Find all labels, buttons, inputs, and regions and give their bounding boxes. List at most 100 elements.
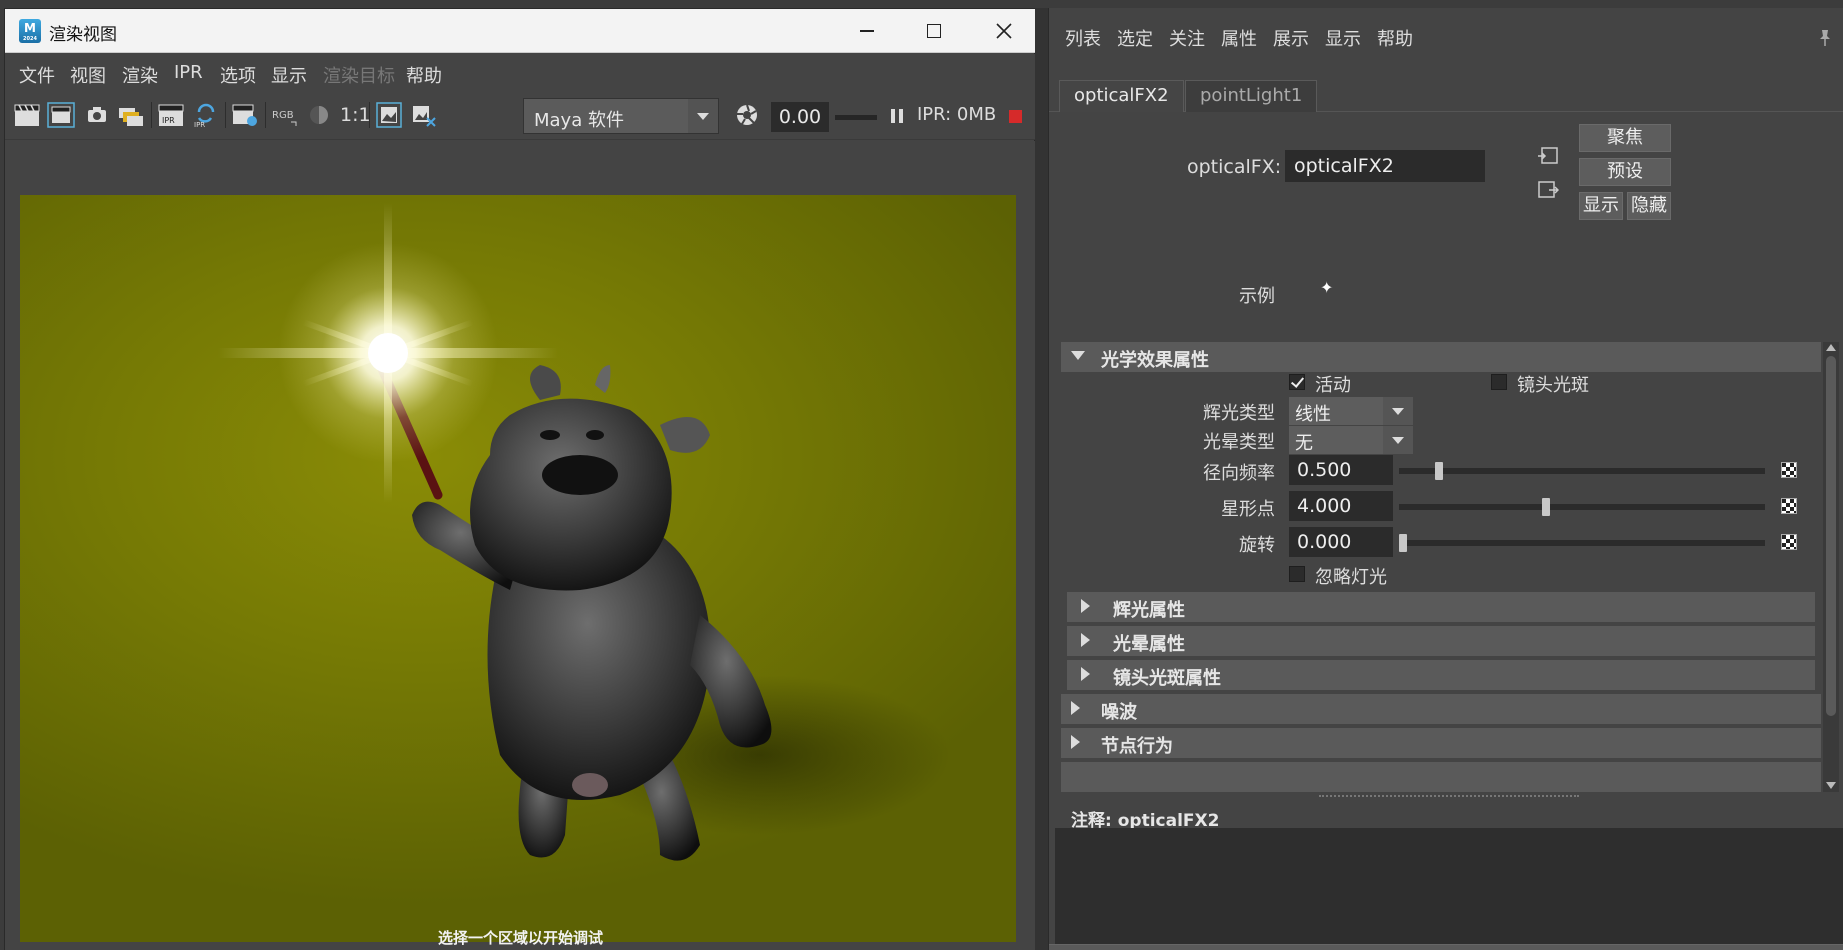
chevron-down-icon — [1383, 397, 1413, 425]
toolbar-separator — [369, 102, 370, 128]
close-button[interactable] — [975, 9, 1033, 53]
menu-ipr[interactable]: IPR — [174, 62, 203, 83]
menu-attributes[interactable]: 属性 — [1221, 25, 1257, 51]
scroll-up-icon[interactable] — [1826, 344, 1836, 351]
render-settings-button[interactable] — [231, 102, 259, 128]
halo-type-select[interactable]: 无 — [1289, 426, 1413, 454]
title-bar[interactable]: M 2024 渲染视图 — [5, 9, 1036, 53]
pin-icon[interactable] — [1817, 28, 1833, 48]
glow-type-label: 辉光类型 — [1203, 403, 1275, 424]
menu-display[interactable]: 显示 — [1325, 25, 1361, 51]
menu-options[interactable]: 选项 — [220, 62, 256, 88]
render-sequence-button[interactable] — [117, 102, 145, 128]
maximize-icon — [927, 24, 941, 38]
rotation-slider-handle[interactable] — [1399, 534, 1407, 552]
menu-render-target: 渲染目标 — [323, 66, 395, 87]
section-node-behavior[interactable]: 节点行为 — [1061, 728, 1821, 758]
menu-file[interactable]: 文件 — [19, 62, 55, 88]
time-field[interactable]: 0.00 — [771, 102, 829, 132]
show-button[interactable]: 显示 — [1579, 192, 1623, 220]
input-connections-icon[interactable] — [1537, 146, 1559, 166]
star-points-slider-handle[interactable] — [1542, 498, 1551, 516]
menu-help[interactable]: 帮助 — [406, 62, 442, 88]
renderer-select[interactable]: Maya 软件 — [523, 98, 719, 134]
presets-button[interactable]: 预设 — [1579, 158, 1671, 186]
radial-frequency-slider[interactable] — [1399, 468, 1765, 474]
section-label: 节点行为 — [1101, 736, 1173, 757]
toolbar-separator — [265, 102, 266, 128]
rotation-field[interactable]: 0.000 — [1289, 527, 1393, 557]
focus-button[interactable]: 聚焦 — [1579, 124, 1671, 152]
sample-label: 示例 — [1239, 286, 1275, 307]
redo-render-button[interactable] — [13, 102, 41, 128]
notes-splitter[interactable] — [1319, 795, 1579, 797]
attribute-scrollbar[interactable] — [1823, 342, 1839, 792]
star-points-map-button[interactable] — [1781, 498, 1797, 514]
desktop-strip — [0, 0, 1843, 8]
section-glow-attributes[interactable]: 辉光属性 — [1067, 592, 1815, 622]
menu-selected[interactable]: 选定 — [1117, 25, 1153, 51]
radial-frequency-label: 径向频率 — [1203, 463, 1275, 484]
node-name-field[interactable]: opticalFX2 — [1285, 150, 1485, 182]
keep-image-icon — [376, 102, 402, 128]
radial-frequency-slider-handle[interactable] — [1434, 462, 1443, 480]
rotation-slider[interactable] — [1399, 540, 1765, 546]
star-points-field[interactable]: 4.000 — [1289, 491, 1393, 521]
rotation-map-button[interactable] — [1781, 534, 1797, 550]
ipr-render-button[interactable]: IPR — [157, 102, 185, 128]
scroll-down-icon[interactable] — [1826, 782, 1836, 789]
expand-triangle-icon — [1081, 667, 1090, 681]
lens-flare-checkbox[interactable] — [1491, 374, 1507, 390]
render-canvas[interactable]: 选择一个区域以开始调试 — [5, 141, 1036, 950]
menu-view[interactable]: 视图 — [70, 62, 106, 88]
tab-pointlight1[interactable]: pointLight1 — [1185, 80, 1318, 112]
section-collapsed-more[interactable] — [1061, 762, 1821, 792]
real-size-button[interactable]: 1:1 — [340, 104, 371, 126]
menu-focus[interactable]: 关注 — [1169, 25, 1205, 51]
star-points-slider[interactable] — [1399, 504, 1765, 510]
pause-ipr-button[interactable] — [891, 109, 903, 123]
minimize-button[interactable] — [838, 9, 896, 53]
section-lens-flare-attributes[interactable]: 镜头光斑属性 — [1067, 660, 1815, 690]
radial-frequency-map-button[interactable] — [1781, 462, 1797, 478]
hide-button[interactable]: 隐藏 — [1627, 192, 1671, 220]
keep-image-button[interactable] — [375, 102, 403, 128]
section-noise[interactable]: 噪波 — [1061, 694, 1821, 724]
stop-render-button[interactable] — [1009, 110, 1022, 123]
refresh-ipr-button[interactable]: IPR — [191, 102, 219, 129]
menu-render[interactable]: 渲染 — [122, 62, 158, 88]
ignore-light-checkbox[interactable] — [1289, 566, 1305, 582]
window-gap — [1035, 8, 1048, 950]
exposure-button[interactable] — [733, 102, 761, 128]
exposure-slider[interactable] — [835, 115, 877, 120]
scroll-thumb[interactable] — [1826, 356, 1836, 716]
rgb-channel-button[interactable]: RGB — [271, 102, 299, 128]
rendered-image[interactable] — [20, 195, 1016, 942]
notes-textarea[interactable] — [1055, 828, 1843, 948]
halo-type-label: 光晕类型 — [1203, 432, 1275, 453]
menu-help[interactable]: 帮助 — [1377, 25, 1413, 51]
active-checkbox[interactable] — [1289, 374, 1305, 390]
chevron-down-icon — [688, 99, 718, 133]
attribute-scroll-area[interactable]: 光学效果属性 活动 镜头光斑 辉光类型 线性 光晕类型 无 径向频率 0.500… — [1061, 342, 1821, 792]
refresh-ipr-icon: IPR — [194, 103, 215, 129]
glow-type-select[interactable]: 线性 — [1289, 397, 1413, 425]
bottom-button-bar[interactable] — [1049, 944, 1843, 950]
section-halo-attributes[interactable]: 光晕属性 — [1067, 626, 1815, 656]
output-connections-icon[interactable] — [1537, 180, 1559, 200]
menu-display[interactable]: 显示 — [271, 62, 307, 88]
tab-opticalfx2[interactable]: opticalFX2 — [1059, 80, 1184, 112]
expand-triangle-icon — [1081, 599, 1090, 613]
render-region-button[interactable] — [47, 102, 75, 128]
radial-frequency-field[interactable]: 0.500 — [1289, 455, 1393, 485]
menu-list[interactable]: 列表 — [1065, 25, 1101, 51]
remove-image-button[interactable] — [409, 102, 437, 128]
maya-logo-icon: M 2024 — [19, 19, 41, 43]
renderer-value: Maya 软件 — [534, 110, 624, 131]
alpha-channel-button[interactable] — [305, 102, 333, 128]
render-settings-icon — [232, 104, 257, 126]
menu-show[interactable]: 展示 — [1273, 25, 1309, 51]
section-optical-fx[interactable]: 光学效果属性 — [1061, 342, 1821, 372]
maximize-button[interactable] — [905, 9, 963, 53]
snapshot-button[interactable] — [83, 102, 111, 128]
